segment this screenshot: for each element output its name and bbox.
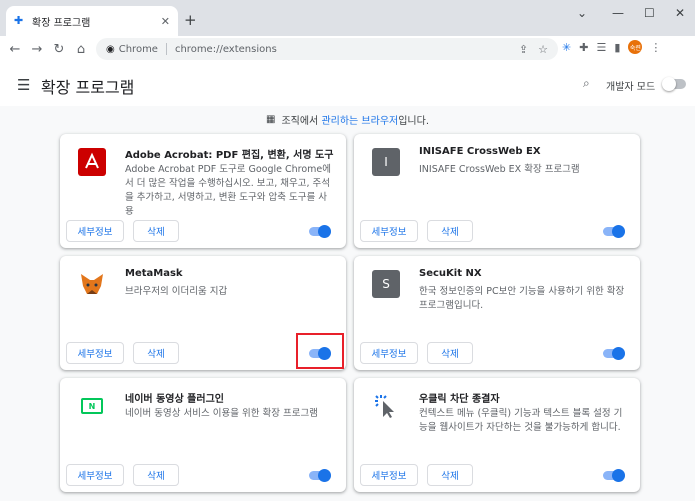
naver-n-glyph: N (81, 398, 103, 414)
dev-mode-label: 개발자 모드 (606, 82, 656, 93)
metamask-fox-icon (78, 270, 106, 298)
remove-button[interactable]: 삭제 (427, 342, 473, 364)
tab-extensions[interactable]: ✚ 확장 프로그램 ✕ (6, 6, 178, 36)
tab-strip: ✚ 확장 프로그램 ✕ + ⌄ — ☐ ✕ (0, 0, 695, 36)
extension-description: Adobe Acrobat PDF 도구로 Google Chrome에서 더 … (125, 164, 332, 217)
extensions-puzzle-icon[interactable]: ✚ (579, 41, 588, 54)
enable-toggle[interactable] (603, 225, 625, 238)
details-button[interactable]: 세부정보 (360, 220, 418, 242)
search-icon[interactable]: ⌕ (583, 76, 590, 91)
details-button[interactable]: 세부정보 (66, 342, 124, 364)
details-button[interactable]: 세부정보 (66, 464, 124, 486)
bookmark-star-icon[interactable]: ☆ (538, 43, 548, 56)
extension-name: 우클릭 차단 종결자 (419, 394, 500, 405)
avatar[interactable]: 숙련 (628, 40, 643, 54)
side-panel-icon[interactable]: ▮ (614, 41, 620, 54)
minimize-button[interactable]: — (612, 6, 624, 20)
managed-suffix: 입니다. (398, 116, 429, 127)
toolbar: ← → ↻ ⌂ ◉ Chrome chrome://extensions ⇪ ☆… (0, 36, 695, 62)
extension-card-adobe: Adobe Acrobat: PDF 편집, 변환, 서명 도구 Adobe A… (60, 134, 346, 248)
enable-toggle[interactable] (309, 469, 331, 482)
enable-toggle[interactable] (309, 225, 331, 238)
cursor-click-icon (372, 392, 400, 420)
extension-name: Adobe Acrobat: PDF 편집, 변환, 서명 도구 (125, 150, 334, 161)
close-window-button[interactable]: ✕ (675, 6, 685, 20)
remove-button[interactable]: 삭제 (133, 220, 179, 242)
extension-description: INISAFE CrossWeb EX 확장 프로그램 (419, 164, 580, 175)
extension-card-rightclick: 우클릭 차단 종결자 컨텍스트 메뉴 (우클릭) 기능과 텍스트 블록 설정 기… (354, 378, 640, 492)
extension-name: INISAFE CrossWeb EX (419, 146, 541, 157)
close-tab-icon[interactable]: ✕ (161, 15, 170, 28)
enable-toggle[interactable] (603, 469, 625, 482)
puzzle-icon: ✚ (14, 14, 24, 27)
tab-search-icon[interactable]: ⌄ (577, 6, 587, 20)
extension-description: 컨텍스트 메뉴 (우클릭) 기능과 텍스트 블록 설정 기능을 웹사이트가 자단… (419, 408, 623, 433)
extension-description: 네이버 동영상 서비스 이용을 위한 확장 프로그램 (125, 408, 318, 419)
extension-description: 브라우저의 이더리움 지갑 (125, 286, 228, 297)
back-icon[interactable]: ← (4, 42, 26, 57)
extension-description: 한국 정보인증의 PC보안 기능을 사용하기 위한 확장 프로그램입니다. (419, 286, 625, 311)
details-button[interactable]: 세부정보 (360, 342, 418, 364)
tab-title: 확장 프로그램 (32, 17, 91, 29)
building-icon: ▦ (266, 114, 276, 125)
dev-mode-toggle[interactable] (662, 77, 686, 91)
extension-name: SecuKit NX (419, 268, 482, 279)
extension-name: MetaMask (125, 268, 183, 279)
extensions-page: ☰ 확장 프로그램 ⌕ 개발자 모드 ▦ 조직에서 관리하는 브라우저입니다. … (0, 62, 695, 501)
cursor-extension-icon[interactable]: ✳ (562, 41, 571, 54)
extension-card-secukit: S SecuKit NX 한국 정보인증의 PC보안 기능을 사용하기 위한 확… (354, 256, 640, 370)
remove-button[interactable]: 삭제 (133, 342, 179, 364)
maximize-button[interactable]: ☐ (644, 6, 655, 20)
reload-icon[interactable]: ↻ (48, 42, 70, 57)
extension-card-inisafe: I INISAFE CrossWeb EX INISAFE CrossWeb E… (354, 134, 640, 248)
remove-button[interactable]: 삭제 (427, 464, 473, 486)
page-header: ☰ 확장 프로그램 ⌕ 개발자 모드 (0, 62, 695, 106)
remove-button[interactable]: 삭제 (427, 220, 473, 242)
enable-toggle[interactable] (603, 347, 625, 360)
chrome-logo-icon: ◉ (106, 43, 115, 55)
url-separator (165, 43, 167, 55)
extension-card-naver: N 네이버 동영상 플러그인 네이버 동영상 서비스 이용을 위한 확장 프로그… (60, 378, 346, 492)
share-icon[interactable]: ⇪ (519, 43, 528, 56)
naver-video-icon: N (78, 392, 106, 420)
address-bar[interactable]: ◉ Chrome chrome://extensions ⇪ ☆ (96, 38, 558, 60)
highlight-box (296, 333, 344, 369)
managed-link[interactable]: 관리하는 브라우저 (321, 116, 398, 127)
details-button[interactable]: 세부정보 (66, 220, 124, 242)
letter-s-icon: S (372, 270, 400, 298)
adobe-acrobat-icon (78, 148, 106, 176)
reading-list-icon[interactable]: ☰ (596, 41, 606, 54)
new-tab-button[interactable]: + (184, 11, 197, 29)
page-title: 확장 프로그램 (41, 78, 135, 97)
home-icon[interactable]: ⌂ (70, 42, 92, 57)
managed-notice: ▦ 조직에서 관리하는 브라우저입니다. (266, 112, 429, 127)
details-button[interactable]: 세부정보 (360, 464, 418, 486)
managed-prefix: 조직에서 (281, 116, 322, 127)
menu-icon[interactable]: ⋮ (650, 41, 661, 54)
url-text: chrome://extensions (174, 43, 277, 55)
url-chip: Chrome (118, 43, 158, 55)
forward-icon[interactable]: → (26, 42, 48, 57)
hamburger-menu-icon[interactable]: ☰ (17, 76, 30, 94)
remove-button[interactable]: 삭제 (133, 464, 179, 486)
extension-name: 네이버 동영상 플러그인 (125, 394, 224, 405)
letter-i-icon: I (372, 148, 400, 176)
